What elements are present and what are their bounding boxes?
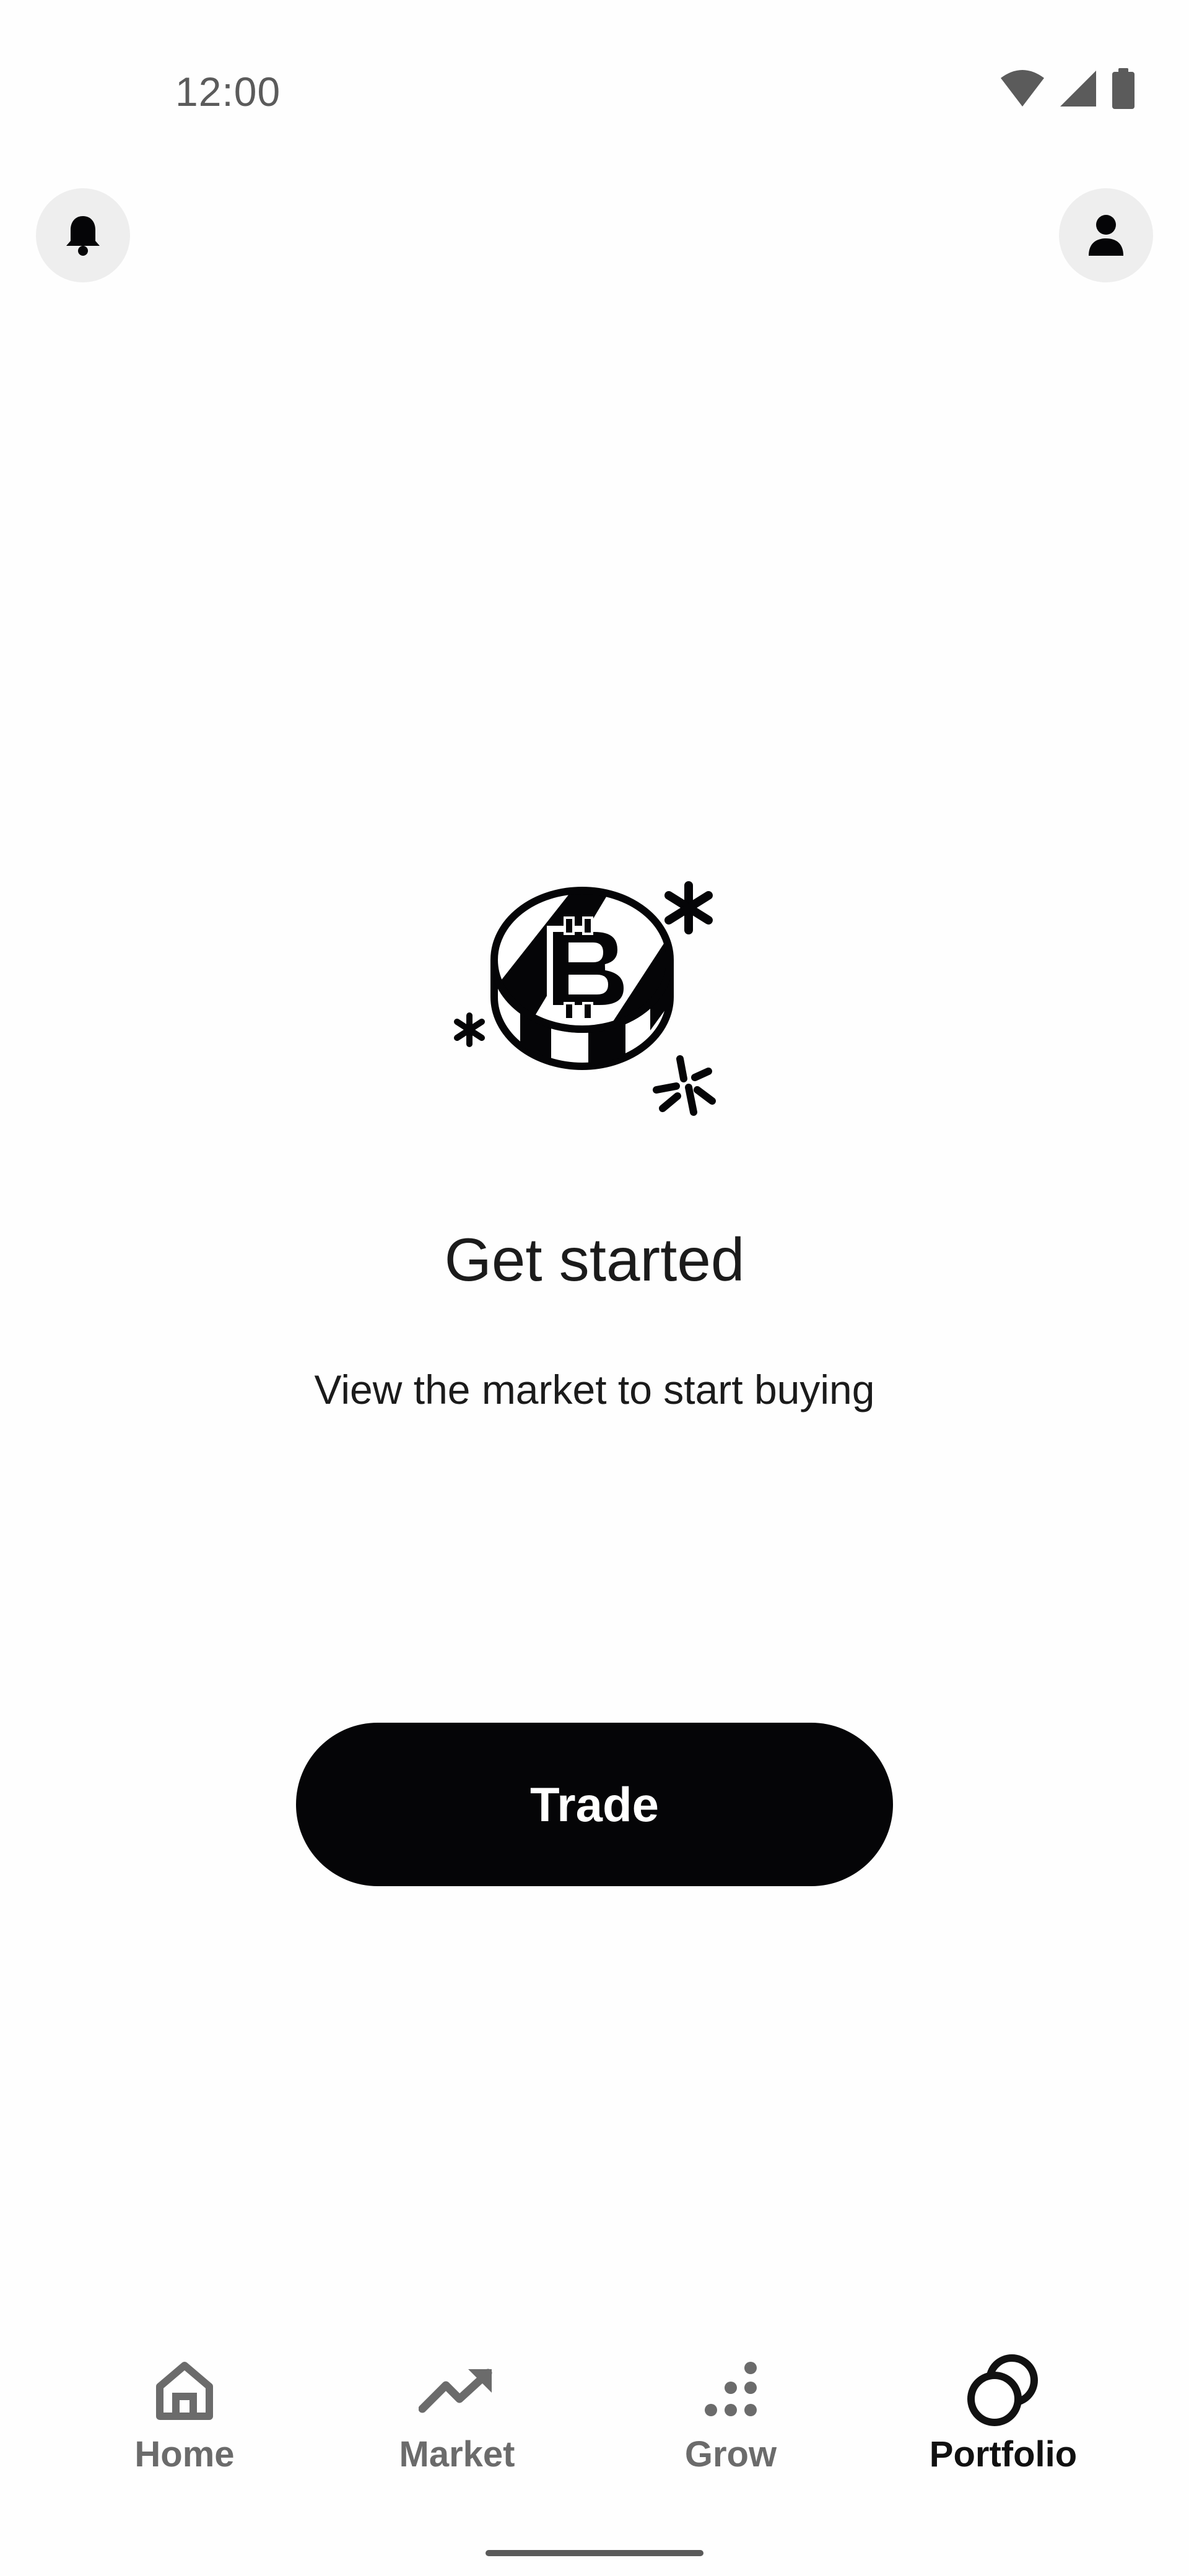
nav-label-grow: Grow xyxy=(684,2434,777,2474)
status-icons xyxy=(1000,68,1136,109)
bitcoin-coin-illustration xyxy=(454,881,716,1116)
person-icon xyxy=(1089,215,1123,256)
nav-label-market: Market xyxy=(399,2434,515,2474)
trending-up-icon xyxy=(419,2369,492,2413)
dots-grow-icon xyxy=(705,2362,757,2416)
nav-item-home[interactable]: Home xyxy=(82,2353,287,2514)
cellular-signal-icon xyxy=(1060,71,1096,107)
home-indicator xyxy=(486,2550,703,2556)
portfolio-screen: 12:00 Get started View the market to sta… xyxy=(0,0,1189,2576)
home-icon xyxy=(156,2362,213,2420)
nav-item-grow[interactable]: Grow xyxy=(629,2353,833,2514)
nav-label-portfolio: Portfolio xyxy=(929,2434,1078,2474)
trade-button[interactable]: Trade xyxy=(296,1723,893,1886)
nav-item-market[interactable]: Market xyxy=(355,2353,559,2514)
nav-item-portfolio[interactable]: Portfolio xyxy=(901,2353,1105,2514)
bottom-navigation: Home Market Grow Portfolio xyxy=(0,2353,1189,2514)
profile-button[interactable] xyxy=(1059,188,1153,282)
empty-state-subtitle: View the market to start buying xyxy=(314,1367,875,1412)
empty-state-title: Get started xyxy=(444,1225,745,1294)
battery-icon xyxy=(1112,68,1135,109)
nav-label-home: Home xyxy=(134,2434,235,2474)
notifications-button[interactable] xyxy=(36,188,130,282)
wifi-icon xyxy=(1001,70,1044,107)
portfolio-circles-icon xyxy=(967,2354,1038,2426)
status-time: 12:00 xyxy=(175,69,281,115)
bell-icon xyxy=(66,216,100,256)
